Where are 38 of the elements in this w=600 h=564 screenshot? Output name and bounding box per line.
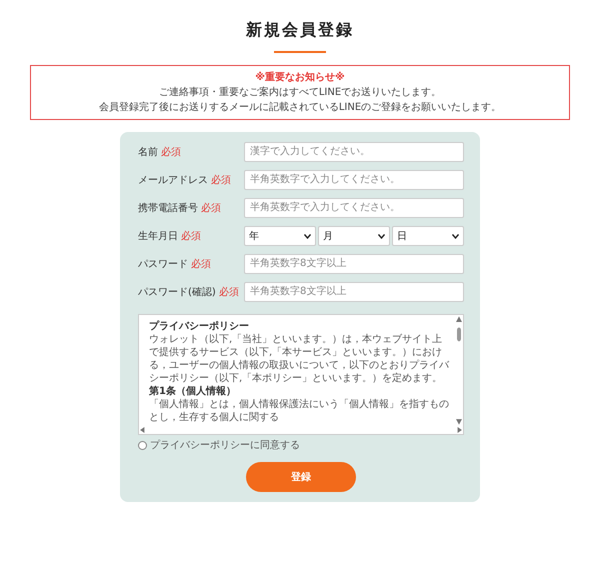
input-field[interactable]: 半角英数字8文字以上 bbox=[244, 254, 464, 274]
required-tag: 必須 bbox=[218, 285, 239, 299]
horizontal-scrollbar[interactable] bbox=[139, 426, 463, 434]
input-field[interactable]: 半角英数字で入力してください。 bbox=[244, 198, 464, 218]
policy-text: 「個人情報」とは，個人情報保護法にいう「個人情報」を指すものとし，生存する個人に関する bbox=[149, 398, 450, 424]
input-field[interactable]: 半角英数字で入力してください。 bbox=[244, 170, 464, 190]
agree-label: プライバシーポリシーに同意する bbox=[150, 438, 300, 452]
input-field[interactable]: 半角英数字8文字以上 bbox=[244, 282, 464, 302]
caret-icon bbox=[452, 234, 459, 238]
register-button[interactable]: 登録 bbox=[246, 462, 356, 492]
page-title: 新規会員登録 bbox=[246, 20, 354, 41]
policy-title: プライバシーポリシー bbox=[149, 320, 250, 333]
caret-icon bbox=[304, 234, 311, 238]
field-label: 名前 bbox=[138, 146, 158, 159]
required-tag: 必須 bbox=[181, 229, 201, 243]
title-underline bbox=[274, 51, 326, 53]
field-label: 生年月日 bbox=[138, 230, 178, 243]
policy-section-title: 第1条（個人情報） bbox=[149, 385, 237, 398]
caret-icon bbox=[378, 234, 385, 238]
required-tag: 必須 bbox=[201, 201, 221, 215]
field-label: 携帯電話番号 bbox=[138, 202, 198, 215]
field-label: メールアドレス bbox=[138, 174, 208, 187]
notice-heading: ※重要なお知らせ※ bbox=[254, 70, 346, 85]
notice-text: ご連絡事項・重要なご案内はすべてLINEでお送りいたします。 bbox=[158, 86, 442, 100]
field-label: パスワード bbox=[138, 258, 188, 271]
select-dropdown[interactable]: 日 bbox=[392, 226, 464, 246]
required-tag: 必須 bbox=[191, 257, 211, 271]
select-dropdown[interactable]: 月 bbox=[318, 226, 390, 246]
input-field[interactable]: 漢字で入力してください。 bbox=[244, 142, 464, 162]
notice-text: 会員登録完了後にお送りするメールに記載されているLINEのご登録をお願いいたします。 bbox=[98, 100, 502, 115]
policy-scroll-box[interactable]: プライバシーポリシー ウォレット（以下,「当社」といいます。）は，本ウェブサイト上で提供するサービス（以下,「本サービス」といいます。）における，ユーザーの個人情報の取扱いについて，以下のとおりプライバシーポリシー（以下,「本ポリシー」といいます。）を定めます。 第1条（個人情報） 「個人情報」とは，個人情報保護法にいう「個人情報」を指すものとし，生存する個人に関する bbox=[138, 314, 464, 435]
select-dropdown[interactable]: 年 bbox=[244, 226, 316, 246]
required-tag: 必須 bbox=[211, 173, 231, 187]
field-label: パスワード(確認) bbox=[138, 286, 216, 299]
required-tag: 必須 bbox=[161, 145, 181, 159]
agree-checkbox[interactable] bbox=[138, 440, 147, 450]
vertical-scrollbar[interactable] bbox=[455, 315, 463, 426]
policy-text: ウォレット（以下,「当社」といいます。）は，本ウェブサイト上で提供するサービス（以下,「本サービス」といいます。）における，ユーザーの個人情報の取扱いについて，以下のとおりプライバシーポリシー（以下,「本ポリシー」といいます。）を定めます。 bbox=[149, 333, 450, 385]
